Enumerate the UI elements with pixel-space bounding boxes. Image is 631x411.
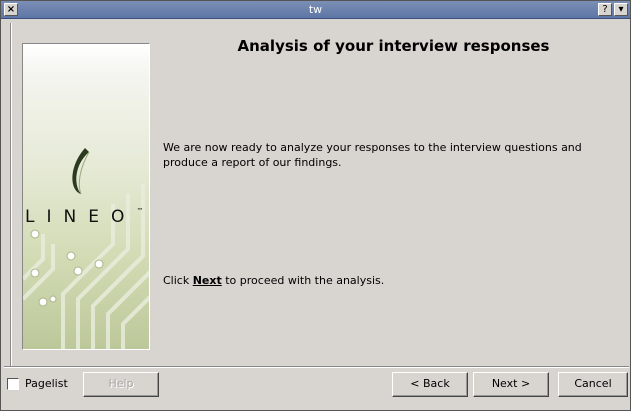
circuit-pattern-graphic [23,148,149,349]
pagelist-checkbox[interactable] [7,377,19,390]
lineo-logo: LINEO™ [25,207,143,227]
logo-trademark: ™ [136,207,144,215]
page-title: Analysis of your interview responses [237,37,550,55]
instruction-text: Click Next to proceed with the analysis. [163,274,384,287]
pagelist-label: Pagelist [25,377,68,390]
help-icon[interactable]: ? [598,3,612,16]
window-menu-icon[interactable]: ▾ [614,3,628,16]
wizard-side-image: LINEO™ [22,43,150,350]
window-title: tw [308,3,323,16]
title-bar[interactable]: × tw ? ▾ [1,1,630,19]
help-button[interactable]: Help [83,372,159,397]
button-separator [4,366,629,368]
instruction-suffix: to proceed with the analysis. [221,274,385,287]
instruction-prefix: Click [163,274,193,287]
pagelist-toggle[interactable]: Pagelist [7,377,68,390]
intro-text: We are now ready to analyze your respons… [163,141,582,169]
wizard-window: × tw ? ▾ LINEO™ Analysis of your intervi… [0,0,631,411]
instruction-keyword: Next [192,274,222,287]
left-divider [10,23,12,366]
back-button[interactable]: < Back [392,372,468,397]
logo-text: LINEO [25,207,137,227]
next-button[interactable]: Next > [473,372,549,397]
cancel-button[interactable]: Cancel [558,372,628,397]
